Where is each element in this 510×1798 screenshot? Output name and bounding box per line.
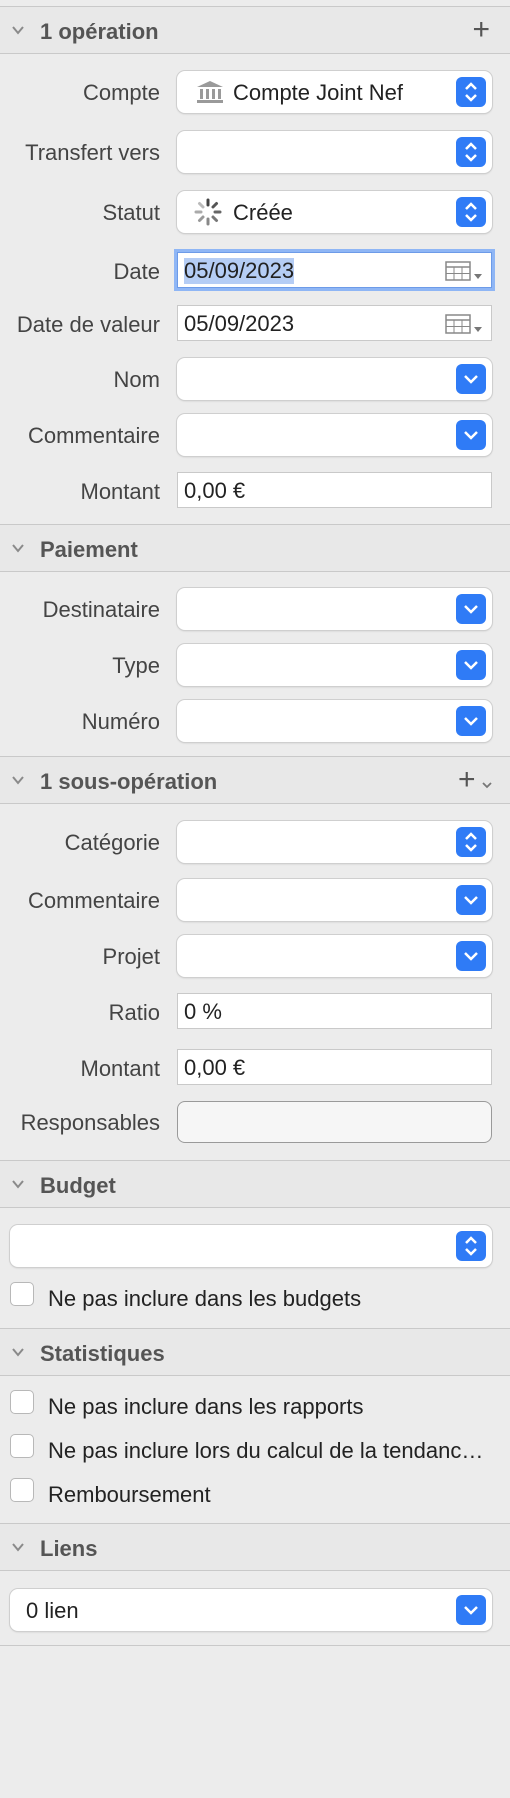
liens-value: 0 lien (26, 1598, 79, 1623)
destinataire-combobox[interactable] (177, 588, 492, 630)
label-nom: Nom (113, 367, 160, 392)
label-type: Type (112, 653, 160, 678)
liens-section-header[interactable]: Liens (0, 1523, 510, 1571)
chevron-down-icon[interactable] (12, 542, 24, 554)
add-split-menu-button[interactable]: + (458, 765, 492, 795)
exclude-reports-checkbox[interactable] (10, 1390, 34, 1414)
chevron-down-icon[interactable] (456, 941, 486, 971)
chevron-down-icon[interactable] (456, 706, 486, 736)
numero-combobox[interactable] (177, 700, 492, 742)
plus-icon: + (458, 763, 476, 796)
reimbursement-checkbox[interactable] (10, 1478, 34, 1502)
exclude-trend-checkbox[interactable] (10, 1434, 34, 1458)
chevron-down-icon[interactable] (456, 364, 486, 394)
montant-field[interactable]: 0,00 € (177, 472, 492, 508)
section-title: Budget (40, 1173, 116, 1198)
montant-value: 0,00 € (184, 478, 246, 503)
chevron-down-icon[interactable] (12, 1346, 24, 1358)
label-montant: Montant (80, 479, 161, 504)
chevron-down-icon[interactable] (456, 1595, 486, 1625)
label-transfert: Transfert vers (25, 140, 160, 165)
statut-popup[interactable]: Créée (177, 191, 492, 233)
chevron-down-icon[interactable] (456, 650, 486, 680)
categorie-popup[interactable] (177, 821, 492, 863)
updown-stepper-icon[interactable] (456, 137, 486, 167)
add-operation-button[interactable]: + (472, 15, 490, 45)
compte-popup[interactable]: Compte Joint Nef (177, 71, 492, 113)
responsables-token-field[interactable] (177, 1101, 492, 1143)
date-field[interactable]: 05/09/2023 (177, 252, 492, 288)
budget-popup[interactable] (10, 1225, 492, 1267)
chevron-down-icon[interactable] (12, 1541, 24, 1553)
ratio-value: 0 % (184, 999, 222, 1024)
nom-combobox[interactable] (177, 358, 492, 400)
updown-stepper-icon[interactable] (456, 77, 486, 107)
chevron-down-icon[interactable] (456, 885, 486, 915)
budget-section-header[interactable]: Budget (0, 1160, 510, 1208)
operation-section-header[interactable]: 1 opération + (0, 6, 510, 54)
split-montant-field[interactable]: 0,00 € (177, 1049, 492, 1085)
bottom-divider (0, 1645, 510, 1646)
liens-combobox[interactable]: 0 lien (10, 1589, 492, 1631)
bank-icon (197, 81, 223, 103)
compte-value: Compte Joint Nef (233, 80, 403, 105)
date-value: 05/09/2023 (184, 258, 295, 284)
calendar-icon[interactable] (445, 314, 485, 336)
updown-stepper-icon[interactable] (456, 1231, 486, 1261)
exclude-budgets-label: Ne pas inclure dans les budgets (48, 1286, 362, 1311)
label-destinataire: Destinataire (42, 597, 160, 622)
label-commentaire: Commentaire (27, 423, 160, 448)
chevron-down-icon[interactable] (456, 420, 486, 450)
exclude-budgets-checkbox[interactable] (10, 1282, 34, 1306)
chevron-down-icon[interactable] (12, 1178, 24, 1190)
calendar-icon[interactable] (445, 261, 485, 283)
section-title: 1 sous-opération (40, 769, 218, 794)
split-montant-value: 0,00 € (184, 1055, 246, 1080)
label-responsables: Responsables (20, 1110, 160, 1135)
section-title: Statistiques (40, 1341, 165, 1366)
label-split-commentaire: Commentaire (27, 888, 160, 913)
reimbursement-label: Remboursement (48, 1482, 211, 1507)
ratio-field[interactable]: 0 % (177, 993, 492, 1029)
chevron-down-icon[interactable] (12, 24, 24, 36)
chevron-down-icon[interactable] (12, 774, 24, 786)
chevron-down-icon[interactable] (456, 594, 486, 624)
commentaire-combobox[interactable] (177, 414, 492, 456)
exclude-reports-label: Ne pas inclure dans les rapports (48, 1394, 364, 1419)
projet-combobox[interactable] (177, 935, 492, 977)
updown-stepper-icon[interactable] (456, 197, 486, 227)
split-commentaire-combobox[interactable] (177, 879, 492, 921)
label-compte: Compte (82, 80, 160, 105)
paiement-section-header[interactable]: Paiement (0, 524, 510, 572)
type-combobox[interactable] (177, 644, 492, 686)
date-valeur-field[interactable]: 05/09/2023 (177, 305, 492, 341)
label-date-valeur: Date de valeur (16, 312, 160, 337)
transfert-popup[interactable] (177, 131, 492, 173)
statut-value: Créée (233, 200, 293, 225)
updown-stepper-icon[interactable] (456, 827, 486, 857)
label-categorie: Catégorie (64, 830, 160, 855)
section-title: Liens (40, 1536, 98, 1561)
label-date: Date (113, 259, 160, 284)
label-projet: Projet (102, 944, 160, 969)
date-valeur-value: 05/09/2023 (184, 311, 295, 336)
sous-operation-section-header[interactable]: 1 sous-opération + (0, 756, 510, 804)
spinner-icon (194, 198, 222, 226)
label-statut: Statut (102, 200, 160, 225)
label-split-montant: Montant (80, 1056, 161, 1081)
statistiques-section-header[interactable]: Statistiques (0, 1328, 510, 1376)
exclude-trend-label: Ne pas inclure lors du calcul de la tend… (48, 1438, 484, 1463)
section-title: 1 opération (40, 19, 159, 44)
section-title: Paiement (40, 537, 138, 562)
label-ratio: Ratio (108, 1000, 160, 1025)
label-numero: Numéro (81, 709, 160, 734)
chevron-down-icon (482, 782, 492, 789)
